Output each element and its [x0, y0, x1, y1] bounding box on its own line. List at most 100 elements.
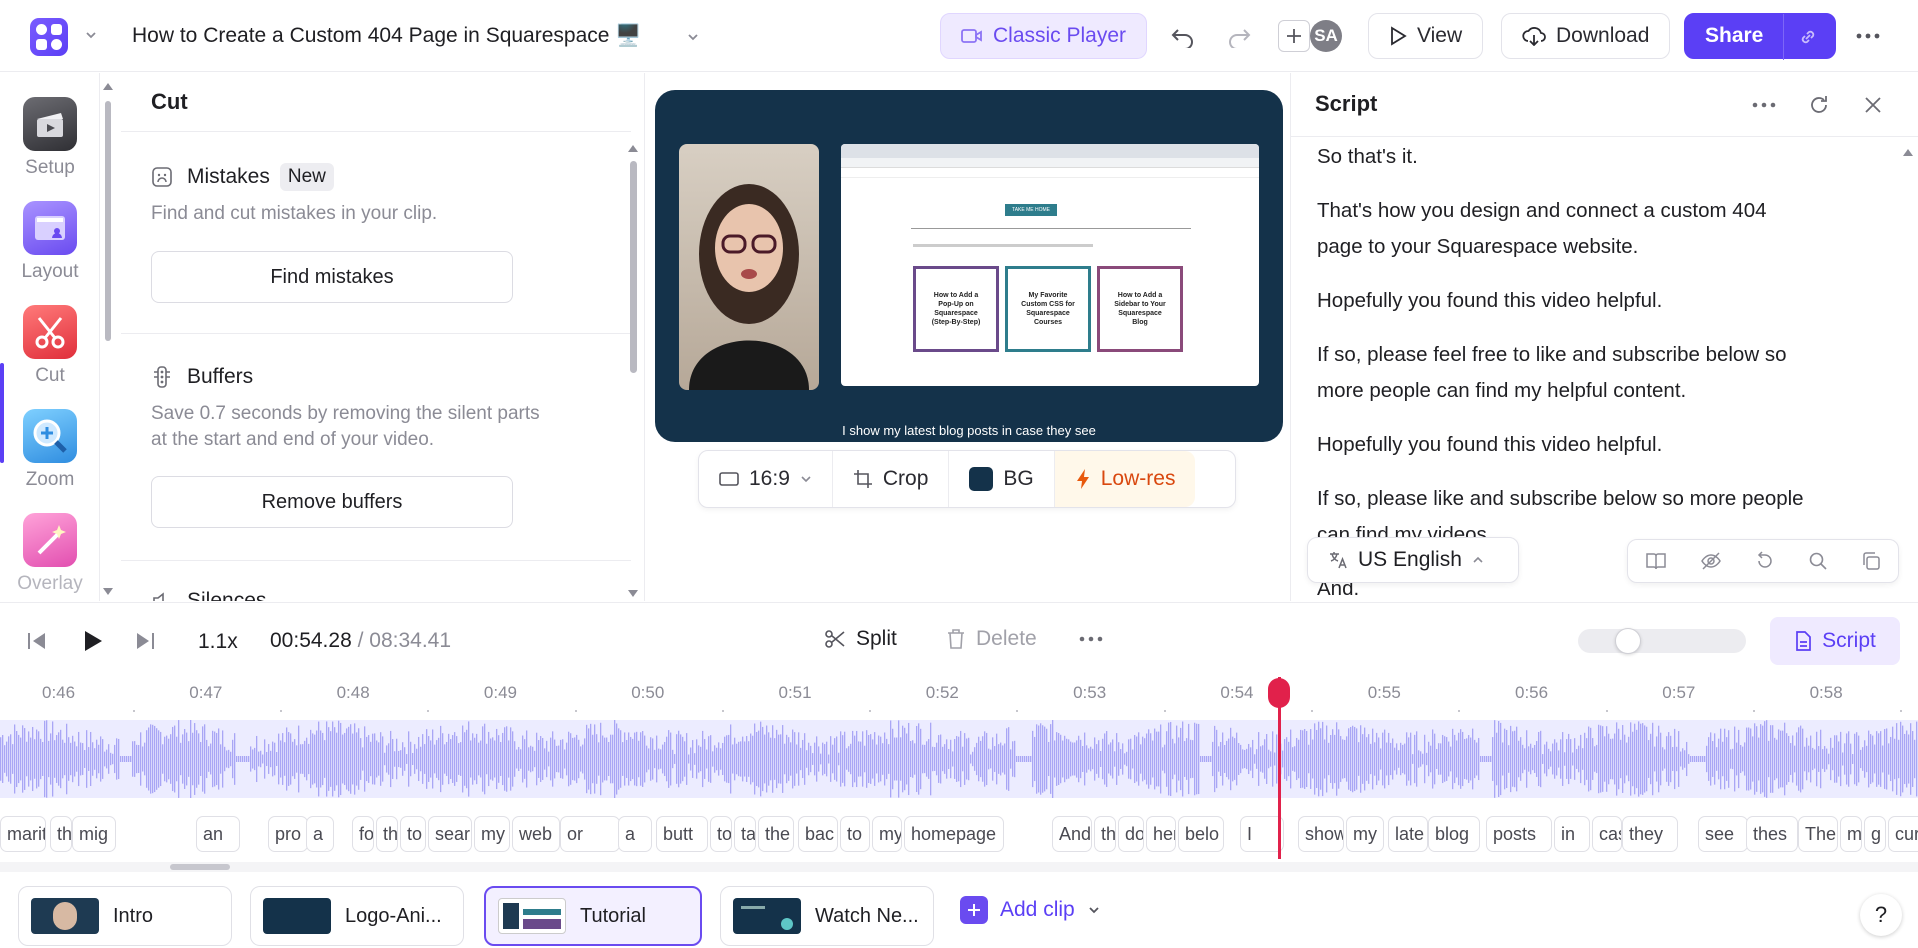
word-chip[interactable]: cur	[1888, 816, 1918, 852]
view-button[interactable]: View	[1368, 13, 1484, 59]
word-chip[interactable]: to	[840, 816, 870, 852]
zoom-slider[interactable]	[1578, 628, 1746, 654]
word-chip[interactable]: the	[758, 816, 794, 852]
timeline-scrollbar[interactable]	[0, 862, 1918, 872]
word-chip[interactable]: marita	[0, 816, 46, 852]
restore-icon[interactable]	[1755, 551, 1775, 571]
word-chip[interactable]: fo	[352, 816, 374, 852]
word-chip[interactable]: pro	[268, 816, 308, 852]
script-line[interactable]: If so, please like and subscribe below s…	[1317, 481, 1877, 517]
clip-intro[interactable]: Intro	[18, 886, 232, 946]
word-chip[interactable]: my	[872, 816, 902, 852]
audio-waveform[interactable]	[0, 720, 1918, 798]
nav-item-layout[interactable]: Layout	[0, 201, 100, 283]
nav-item-zoom[interactable]: Zoom	[0, 409, 100, 491]
playhead-handle[interactable]	[1268, 678, 1290, 708]
link-icon[interactable]	[1797, 26, 1819, 48]
redo-icon[interactable]	[1226, 24, 1252, 48]
word-chip[interactable]: thes	[1746, 816, 1798, 852]
word-chip[interactable]: mig	[72, 816, 116, 852]
word-chip[interactable]: And	[1052, 816, 1092, 852]
close-icon[interactable]	[1863, 95, 1883, 115]
nav-item-setup[interactable]: Setup	[0, 97, 100, 179]
skip-forward-icon[interactable]	[134, 631, 156, 651]
video-preview[interactable]: TAKE ME HOME How to Add a Pop-Up on Square…	[655, 90, 1283, 442]
nav-item-cut[interactable]: Cut	[0, 305, 100, 387]
workspace-chevron-down-icon[interactable]	[84, 28, 98, 42]
playback-speed[interactable]: 1.1x	[198, 630, 238, 654]
word-chip[interactable]: my	[1346, 816, 1384, 852]
word-chip[interactable]: posts	[1486, 816, 1552, 852]
clip-tutorial[interactable]: Tutorial	[484, 886, 702, 946]
avatar[interactable]: SA	[1310, 20, 1342, 52]
word-chip[interactable]: blog	[1428, 816, 1480, 852]
word-chip[interactable]: late	[1388, 816, 1428, 852]
play-icon[interactable]	[82, 629, 104, 653]
word-chip[interactable]: a	[306, 816, 334, 852]
script-line[interactable]: Hopefully you found this video helpful.	[1317, 427, 1877, 463]
app-logo-icon[interactable]	[30, 18, 68, 56]
word-chip[interactable]: a	[618, 816, 652, 852]
panel-scrollbar[interactable]	[626, 139, 640, 599]
script-toggle-button[interactable]: Script	[1770, 617, 1900, 665]
word-chip[interactable]: to	[710, 816, 732, 852]
delete-button[interactable]: Delete	[946, 627, 1037, 651]
word-chip[interactable]: sear	[428, 816, 472, 852]
download-button[interactable]: Download	[1501, 13, 1671, 59]
word-chip[interactable]: to	[400, 816, 426, 852]
background-button[interactable]: BG	[949, 451, 1055, 507]
word-chip[interactable]: show	[1298, 816, 1344, 852]
zoom-slider-handle[interactable]	[1615, 628, 1641, 654]
word-chip[interactable]: in	[1554, 816, 1590, 852]
refresh-icon[interactable]	[1807, 93, 1831, 117]
skip-back-icon[interactable]	[26, 631, 48, 651]
script-line[interactable]: That's how you design and connect a cust…	[1317, 193, 1877, 229]
script-line[interactable]: page to your Squarespace website.	[1317, 229, 1877, 265]
share-button[interactable]: Share	[1684, 13, 1836, 60]
more-options-icon[interactable]	[1078, 633, 1104, 645]
word-chip[interactable]: th	[1094, 816, 1116, 852]
word-chip[interactable]: belo	[1178, 816, 1224, 852]
word-chip[interactable]: butt	[656, 816, 708, 852]
aspect-ratio-dropdown[interactable]: 16:9	[699, 451, 833, 507]
nav-item-overlay[interactable]: Overlay	[0, 513, 100, 595]
split-button[interactable]: Split	[824, 627, 897, 651]
word-chip[interactable]: m	[1840, 816, 1862, 852]
word-chip[interactable]: th	[376, 816, 398, 852]
add-clip-button[interactable]: Add clip	[960, 896, 1101, 924]
script-line[interactable]: If so, please feel free to like and subs…	[1317, 337, 1877, 373]
low-res-button[interactable]: Low-res	[1054, 451, 1196, 507]
word-chip[interactable]: do	[1118, 816, 1144, 852]
nav-scrollbar[interactable]	[102, 77, 113, 597]
word-chip[interactable]: cas	[1592, 816, 1622, 852]
word-chip[interactable]: or	[560, 816, 620, 852]
language-selector[interactable]: US English	[1307, 537, 1519, 583]
word-chip[interactable]: her	[1146, 816, 1176, 852]
word-chip[interactable]: see	[1698, 816, 1748, 852]
more-options-icon[interactable]	[1751, 97, 1777, 113]
add-collaborator-button[interactable]	[1278, 20, 1310, 52]
more-options-icon[interactable]	[1854, 26, 1882, 46]
word-chip[interactable]: an	[196, 816, 240, 852]
clip-watch-next[interactable]: Watch Ne...	[720, 886, 934, 946]
crop-button[interactable]: Crop	[833, 451, 950, 507]
classic-player-button[interactable]: Classic Player	[940, 13, 1148, 59]
search-icon[interactable]	[1808, 551, 1828, 571]
script-line[interactable]: Hopefully you found this video helpful.	[1317, 283, 1877, 319]
undo-icon[interactable]	[1170, 24, 1196, 48]
word-chip[interactable]: ta	[734, 816, 756, 852]
book-icon[interactable]	[1645, 551, 1667, 571]
word-chip[interactable]: they	[1622, 816, 1678, 852]
word-chip[interactable]: bac	[798, 816, 838, 852]
word-chip[interactable]: g	[1864, 816, 1886, 852]
word-chip[interactable]: homepage	[904, 816, 1004, 852]
word-chip[interactable]: my	[474, 816, 510, 852]
document-title[interactable]: How to Create a Custom 404 Page in Squar…	[132, 24, 641, 48]
word-chip[interactable]: th	[50, 816, 72, 852]
remove-buffers-button[interactable]: Remove buffers	[151, 476, 513, 528]
word-chip[interactable]: The	[1798, 816, 1838, 852]
script-line[interactable]: So that's it.	[1317, 139, 1877, 175]
find-mistakes-button[interactable]: Find mistakes	[151, 251, 513, 303]
help-button[interactable]: ?	[1860, 894, 1902, 936]
clip-logo-animation[interactable]: Logo-Ani...	[250, 886, 464, 946]
